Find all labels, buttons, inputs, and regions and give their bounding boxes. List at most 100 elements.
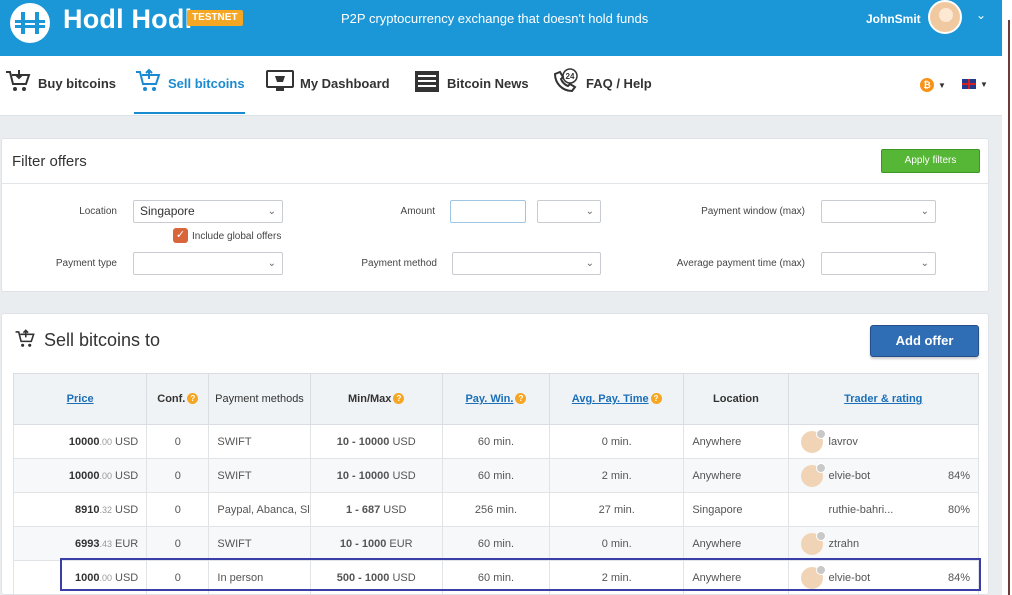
trader-name[interactable]: lavrov [829, 436, 858, 448]
include-global-label: Include global offers [192, 231, 282, 242]
add-offer-button[interactable]: Add offer [870, 325, 979, 357]
payment-type-label: Payment type [55, 258, 117, 269]
trader-cell[interactable]: ruthie-bahri... 80% [787, 492, 980, 527]
price-currency: USD [115, 435, 139, 448]
amount-input[interactable] [450, 200, 526, 223]
selected-row-highlight [60, 558, 981, 591]
chevron-down-icon: ⌄ [920, 206, 929, 217]
minmax-cell: 10 - 10000 USD [309, 458, 443, 493]
col-price-label: Price [66, 393, 94, 405]
nav-sell-bitcoins[interactable]: Sell bitcoins [134, 68, 245, 114]
col-avg-pay-time-label: Avg. Pay. Time [571, 393, 649, 405]
avg-payment-time-select[interactable]: ⌄ [821, 252, 936, 275]
location-cell: Anywhere [683, 458, 789, 493]
payment-method-cell: SWIFT [208, 526, 311, 561]
table-row[interactable]: 8910.32 USD 0 Paypal, Abanca, Sk 1 - 687 US… [12, 492, 980, 527]
main-nav: Buy bitcoins Sell bitcoins My Dashboard … [0, 56, 1002, 116]
payment-method-select[interactable]: ⌄ [452, 252, 601, 275]
col-price[interactable]: Price [12, 373, 148, 425]
trader-cell[interactable]: ztrahn [787, 526, 980, 561]
payment-window-select[interactable]: ⌄ [821, 200, 936, 223]
avg-time-cell: 27 min. [549, 492, 685, 527]
cart-upload-icon [134, 68, 162, 94]
testnet-badge: TESTNET [187, 10, 243, 26]
price-decimal: .00 [99, 470, 112, 481]
col-minmax-label: Min/Max [348, 393, 392, 405]
nav-my-dashboard[interactable]: My Dashboard [266, 68, 390, 114]
chevron-down-icon[interactable]: ⌄ [976, 8, 986, 22]
trader-name[interactable]: elvie-bot [829, 470, 871, 482]
filter-header [2, 139, 988, 184]
table-row[interactable]: 10000.00 USD 0 SWIFT 10 - 10000 USD 60 min. 0… [12, 424, 980, 459]
col-location-label: Location [713, 393, 759, 405]
trader-rating: 84% [947, 470, 970, 482]
price-decimal: .00 [99, 436, 112, 447]
location-value: Singapore [140, 204, 195, 218]
price-integer: 8910 [74, 503, 100, 516]
hodlhodl-logo-icon[interactable] [4, 2, 56, 46]
include-global-checkbox[interactable]: ✓ [173, 228, 188, 243]
payment-method-text: SWIFT [217, 435, 252, 448]
trader-name[interactable]: ruthie-bahri... [829, 504, 894, 516]
minmax-cell: 10 - 1000 EUR [309, 526, 443, 561]
col-avg-pay-time[interactable]: Avg. Pay. Time? [549, 373, 685, 425]
help-icon[interactable]: ? [650, 393, 662, 404]
minmax-range: 1 - 687 [345, 503, 381, 516]
payment-method-label: Payment method [361, 258, 437, 269]
col-pay-win[interactable]: Pay. Win.? [441, 373, 551, 425]
location-cell: Anywhere [683, 526, 789, 561]
table-row[interactable]: 10000.00 USD 0 SWIFT 10 - 10000 USD 60 min. 2… [12, 458, 980, 493]
help-icon[interactable]: ? [393, 393, 405, 404]
trader-cell[interactable]: elvie-bot 84% [787, 458, 980, 493]
payment-type-select[interactable]: ⌄ [133, 252, 283, 275]
avg-time-cell: 0 min. [549, 526, 685, 561]
help-icon[interactable]: ? [187, 393, 199, 404]
amount-currency-select[interactable]: ⌄ [537, 200, 601, 223]
trader-name[interactable]: ztrahn [829, 538, 860, 550]
pay-win-cell: 60 min. [441, 458, 551, 493]
price-currency: EUR [115, 537, 139, 550]
conf-cell: 0 [146, 526, 210, 561]
minmax-currency: EUR [389, 537, 413, 550]
price-cell: 10000.00 USD [12, 424, 148, 459]
caret-down-icon: ▼ [980, 79, 988, 89]
brand-name[interactable]: Hodl Hodl [63, 4, 192, 35]
price-cell: 6993.43 EUR [12, 526, 148, 561]
username[interactable]: JohnSmit [866, 12, 921, 26]
phone-24-icon: 24 [552, 68, 580, 94]
caret-down-icon: ▼ [938, 80, 946, 90]
nav-faq-help[interactable]: 24 FAQ / Help [552, 68, 652, 114]
minmax-range: 10 - 1000 [339, 537, 387, 550]
trader-avatar [800, 463, 826, 487]
chevron-down-icon: ⌄ [920, 258, 929, 269]
window-edge [1002, 0, 1012, 595]
nav-bitcoin-news[interactable]: Bitcoin News [413, 68, 529, 114]
minmax-cell: 1 - 687 USD [309, 492, 443, 527]
cart-upload-icon [14, 328, 36, 350]
location-cell: Singapore [683, 492, 789, 527]
language-selector[interactable]: ▼ [962, 79, 988, 89]
user-avatar[interactable] [928, 0, 962, 34]
nav-buy-bitcoins[interactable]: Buy bitcoins [4, 68, 116, 114]
table-row[interactable]: 6993.43 EUR 0 SWIFT 10 - 1000 EUR 60 min. 0 m… [12, 526, 980, 561]
trader-rating: 80% [947, 504, 970, 516]
minmax-range: 10 - 10000 [336, 469, 390, 482]
svg-text:24: 24 [566, 72, 575, 81]
chevron-down-icon: ⌄ [267, 206, 276, 217]
col-trader[interactable]: Trader & rating [787, 373, 980, 425]
apply-filters-button[interactable]: Apply filters [881, 149, 980, 173]
trader-cell[interactable]: lavrov [787, 424, 980, 459]
help-icon[interactable]: ? [515, 393, 527, 404]
table-header-row: Price Conf.? Payment methods Min/Max? Pa… [12, 373, 980, 425]
avg-payment-time-label: Average payment time (max) [676, 258, 805, 269]
minmax-currency: USD [392, 469, 416, 482]
nav-label: Buy bitcoins [38, 76, 117, 91]
top-bar: Hodl Hodl TESTNET P2P cryptocurrency exc… [0, 0, 1002, 56]
newspaper-icon [413, 68, 441, 94]
currency-selector[interactable]: ₿ ▼ [920, 78, 946, 92]
price-decimal: .43 [99, 538, 112, 549]
location-select[interactable]: Singapore ⌄ [133, 200, 283, 223]
trader-avatar [800, 531, 826, 555]
conf-cell: 0 [146, 458, 210, 493]
conf-cell: 0 [146, 492, 210, 527]
